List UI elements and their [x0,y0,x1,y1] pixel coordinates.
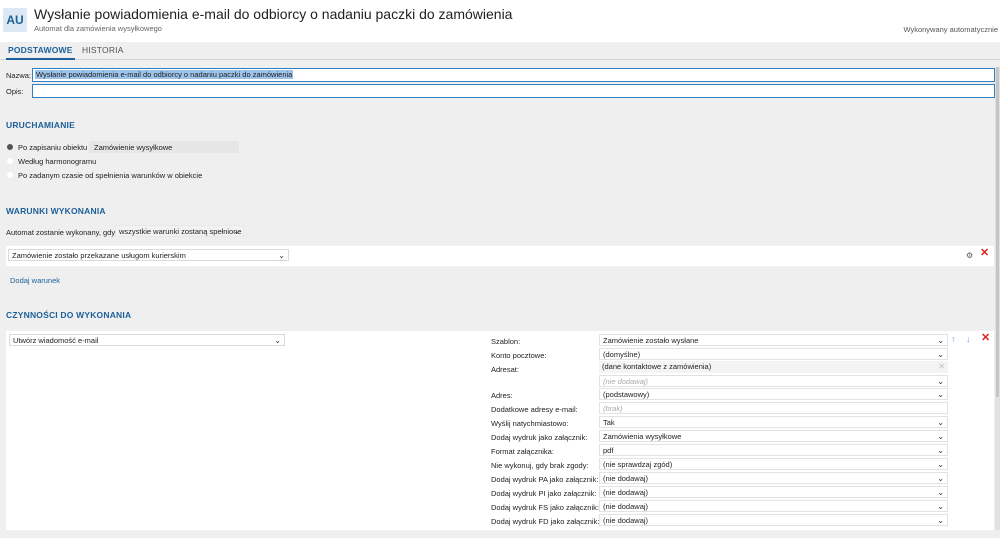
chevron-down-icon: ⌄ [937,488,944,497]
chevron-down-icon: ⌄ [937,460,944,469]
adresat-value: (dane kontaktowe z zamówienia) [602,362,712,371]
pa-value: (nie dodawaj) [603,474,649,483]
konto-select[interactable]: (domyślne) ⌄ [599,348,948,360]
wyslij-select[interactable]: Tak ⌄ [599,416,948,428]
radio-unchecked-icon [7,172,13,178]
condition-select[interactable]: Zamówienie zostało przekazane usługom ku… [8,249,289,261]
close-icon[interactable]: ✕ [938,362,945,371]
pi-label: Dodaj wydruk PI jako załącznik: [491,489,597,498]
adres-select[interactable]: (podstawowy) ⌄ [599,388,948,400]
radio-delay-label: Po zadanym czasie od spełnienia warunków… [18,170,203,180]
condition-settings-icon[interactable]: ⚙ [966,251,973,260]
wydruk-label: Dodaj wydruk jako załącznik: [491,433,588,442]
dodatkowe-value: (brak) [603,404,623,413]
radio-unchecked-icon [7,158,13,164]
execution-mode-label: Wykonywany automatycznie [903,25,998,34]
name-input[interactable]: Wysłanie powiadomienia e-mail do odbiorc… [32,68,995,82]
move-up-icon[interactable]: ↑ [951,335,956,344]
chevron-down-icon: ⌄ [937,474,944,483]
szablon-select[interactable]: Zamówienie zostało wysłane ⌄ [599,334,948,346]
scrollbar-thumb[interactable] [996,67,999,397]
format-select[interactable]: pdf ⌄ [599,444,948,456]
pa-label: Dodaj wydruk PA jako załącznik: [491,475,599,484]
chevron-down-icon: ⌄ [278,251,285,260]
description-input[interactable] [32,84,995,98]
pa-select[interactable]: (nie dodawaj) ⌄ [599,472,948,484]
name-label: Nazwa: [6,71,32,80]
konto-value: (domyślne) [603,350,641,359]
chevron-down-icon: ⌄ [937,446,944,455]
dodatkowe-input[interactable]: (brak) [599,402,948,414]
szablon-value: Zamówienie zostało wysłane [603,336,699,345]
adresat-value-field: (dane kontaktowe z zamówienia) ✕ [599,361,948,373]
zgoda-label: Nie wykonuj, gdy brak zgody: [491,461,589,470]
section-czynnosci: CZYNNOŚCI DO WYKONANIA [6,310,132,320]
chevron-down-icon: ⌄ [937,418,944,427]
vertical-scrollbar[interactable] [995,67,1000,530]
conditions-mode-value: wszystkie warunki zostaną spełnione [119,227,242,236]
chevron-down-icon: ⌄ [937,336,944,345]
radio-schedule-label: Według harmonogramu [18,156,97,166]
conditions-mode-select[interactable]: wszystkie warunki zostaną spełnione ⌄ [115,225,244,237]
automation-badge: AU [3,8,27,32]
pi-select[interactable]: (nie dodawaj) ⌄ [599,486,948,498]
chevron-down-icon: ⌄ [233,227,240,236]
chevron-down-icon: ⌄ [937,350,944,359]
dodatkowe-label: Dodatkowe adresy e-mail: [491,405,578,414]
fs-label: Dodaj wydruk FS jako załącznik: [491,503,599,512]
fd-label: Dodaj wydruk FD jako załącznik: [491,517,600,526]
szablon-label: Szablon: [491,337,521,346]
tab-historia[interactable]: HISTORIA [80,45,126,60]
chevron-down-icon: ⌄ [937,377,944,386]
format-value: pdf [603,446,614,455]
fs-select[interactable]: (nie dodawaj) ⌄ [599,500,948,512]
fs-value: (nie dodawaj) [603,502,649,511]
fd-select[interactable]: (nie dodawaj) ⌄ [599,514,948,526]
wydruk-select[interactable]: Zamówienia wysyłkowe ⌄ [599,430,948,442]
radio-on-save-label: Po zapisaniu obiektu [18,142,88,152]
adresat-add-value: (nie dodawaj) [603,377,649,386]
format-label: Format załącznika: [491,447,554,456]
name-input-value: Wysłanie powiadomienia e-mail do odbiorc… [35,70,294,79]
trigger-object-select[interactable]: Zamówienie wysyłkowe [89,141,239,153]
page-title: Wysłanie powiadomienia e-mail do odbiorc… [34,6,513,22]
move-down-icon[interactable]: ↓ [966,335,971,344]
chevron-down-icon: ⌄ [274,336,281,345]
adres-label: Adres: [491,391,513,400]
chevron-down-icon: ⌄ [937,502,944,511]
zgoda-select[interactable]: (nie sprawdzaj zgód) ⌄ [599,458,948,470]
wyslij-label: Wyślij natychmiastowo: [491,419,569,428]
wydruk-value: Zamówienia wysyłkowe [603,432,682,441]
tab-bar: PODSTAWOWE HISTORIA [0,42,1000,60]
add-condition-link[interactable]: Dodaj warunek [10,276,60,285]
delete-action-icon[interactable]: ✕ [981,333,990,344]
conditions-prefix: Automat zostanie wykonany, gdy [6,228,116,237]
radio-on-save[interactable]: Po zapisaniu obiektu [7,142,87,152]
page-subtitle: Automat dla zamówienia wysyłkowego [34,24,162,33]
zgoda-value: (nie sprawdzaj zgód) [603,460,673,469]
radio-checked-icon [7,144,13,150]
adres-value: (podstawowy) [603,390,650,399]
radio-delay[interactable]: Po zadanym czasie od spełnienia warunków… [7,170,202,180]
chevron-down-icon: ⌄ [937,516,944,525]
chevron-down-icon: ⌄ [937,390,944,399]
description-label: Opis: [6,87,24,96]
radio-schedule[interactable]: Według harmonogramu [7,156,96,166]
tab-podstawowe[interactable]: PODSTAWOWE [6,45,75,60]
wyslij-value: Tak [603,418,615,427]
action-value: Utwórz wiadomość e-mail [13,336,99,345]
konto-label: Konto pocztowe: [491,351,547,360]
section-uruchamianie: URUCHAMIANIE [6,120,75,130]
action-select[interactable]: Utwórz wiadomość e-mail ⌄ [9,334,285,346]
condition-value: Zamówienie zostało przekazane usługom ku… [12,251,186,260]
adresat-add-select[interactable]: (nie dodawaj) ⌄ [599,375,948,387]
fd-value: (nie dodawaj) [603,516,649,525]
chevron-down-icon: ⌄ [937,432,944,441]
header: AU Wysłanie powiadomienia e-mail do odbi… [0,0,1000,42]
section-warunki: WARUNKI WYKONANIA [6,206,106,216]
pi-value: (nie dodawaj) [603,488,649,497]
delete-condition-icon[interactable]: ✕ [980,248,989,259]
adresat-label: Adresat: [491,365,519,374]
